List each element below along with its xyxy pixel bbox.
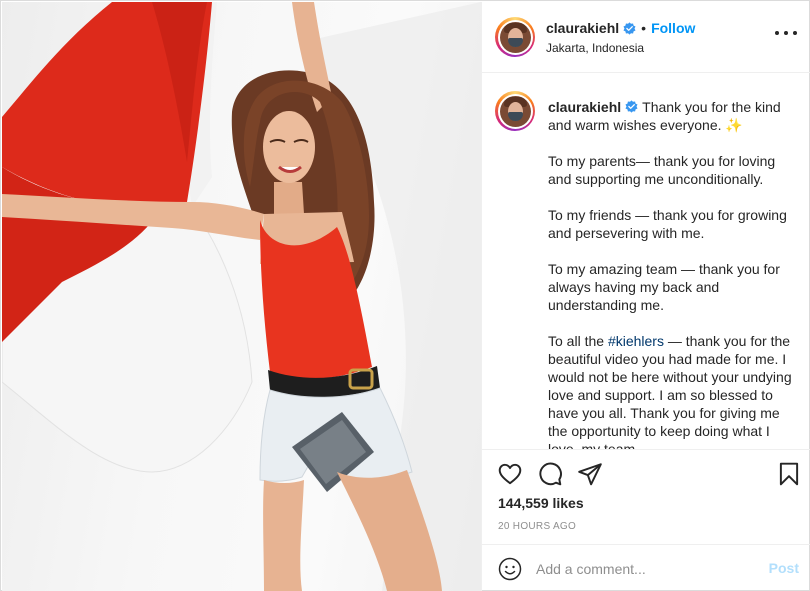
comment-icon[interactable]	[537, 461, 563, 487]
caption-paragraph-1: claurakiehl Thank you for the kind and wa…	[548, 98, 793, 134]
avatar-image	[499, 21, 531, 53]
comment-input[interactable]	[536, 558, 756, 580]
caption-scroll-area[interactable]: claurakiehl Thank you for the kind and wa…	[482, 74, 810, 450]
smiley-icon[interactable]	[498, 557, 522, 581]
more-options-icon[interactable]	[775, 31, 797, 37]
bookmark-icon[interactable]	[776, 461, 802, 487]
caption-username[interactable]: claurakiehl	[548, 99, 621, 115]
likes-count[interactable]: 144,559 likes	[498, 495, 584, 511]
post-timestamp[interactable]: 20 HOURS AGO	[498, 521, 576, 532]
post-sidebar: claurakiehl • Follow Jakarta, Indonesia	[481, 2, 810, 591]
post-photo[interactable]	[2, 2, 481, 591]
post-modal: claurakiehl • Follow Jakarta, Indonesia	[0, 0, 810, 591]
post-comment-button[interactable]: Post	[769, 560, 799, 576]
hashtag-link[interactable]: #kiehlers	[608, 333, 664, 349]
post-location[interactable]: Jakarta, Indonesia	[546, 41, 644, 55]
follow-button[interactable]: Follow	[651, 20, 695, 36]
caption-author-avatar[interactable]	[495, 91, 535, 131]
heart-icon[interactable]	[497, 461, 523, 487]
comment-bar: Post	[482, 544, 810, 591]
post-header: claurakiehl • Follow Jakarta, Indonesia	[482, 2, 810, 73]
sparkle-emoji: ✨	[725, 117, 743, 133]
verified-badge-icon	[625, 100, 638, 113]
author-avatar[interactable]	[495, 17, 535, 57]
photo-illustration	[2, 2, 481, 591]
action-bar	[482, 451, 810, 497]
author-username[interactable]: claurakiehl	[546, 20, 619, 36]
caption-paragraph-4: To my amazing team — thank you for alway…	[548, 261, 780, 313]
avatar-image	[499, 95, 531, 127]
verified-badge-icon	[623, 21, 636, 35]
paper-plane-icon[interactable]	[577, 461, 603, 487]
caption-paragraph-5: To all the #kiehlers — thank you for the…	[548, 333, 792, 450]
caption-paragraph-2: To my parents— thank you for loving and …	[548, 153, 776, 187]
header-user-row: claurakiehl • Follow	[546, 20, 695, 36]
caption-paragraph-3: To my friends — thank you for growing an…	[548, 207, 787, 241]
post-caption: claurakiehl Thank you for the kind and wa…	[548, 98, 793, 450]
separator-dot: •	[641, 20, 647, 36]
